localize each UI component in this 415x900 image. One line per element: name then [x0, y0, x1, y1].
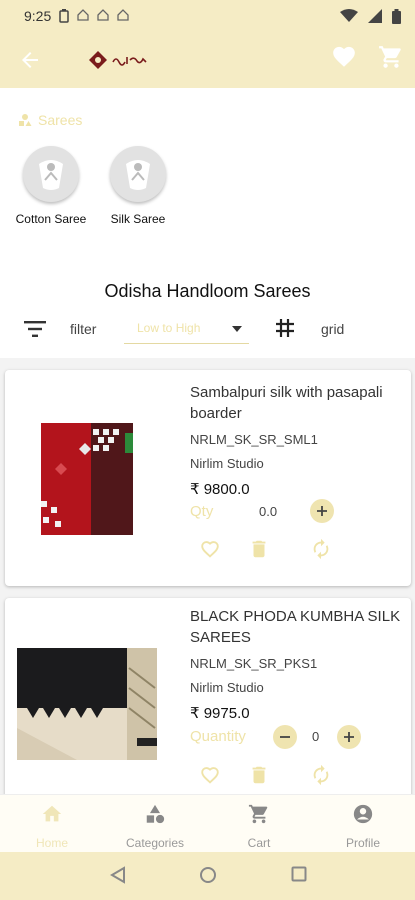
cart-icon[interactable] — [378, 44, 404, 70]
system-recents-icon[interactable] — [291, 866, 307, 882]
battery-saver-icon — [59, 9, 69, 23]
product-card[interactable]: Sambalpuri silk with pasapali boarder NR… — [5, 370, 411, 586]
decrement-button[interactable] — [273, 725, 297, 749]
nav-home[interactable]: Home — [7, 803, 97, 850]
category-image — [110, 146, 166, 202]
home-notification-icon — [97, 9, 109, 21]
category-label: Silk Saree — [110, 212, 166, 226]
product-image[interactable] — [41, 423, 133, 535]
notification-icons — [59, 9, 129, 23]
product-sku: NRLM_SK_SR_PKS1 — [190, 656, 318, 671]
product-sku: NRLM_SK_SR_SML1 — [190, 432, 318, 447]
home-icon — [42, 805, 62, 822]
refresh-icon[interactable] — [310, 764, 332, 786]
chevron-down-icon — [232, 326, 242, 332]
heart-outline-icon[interactable] — [199, 764, 221, 786]
nav-home-label: Home — [35, 836, 68, 850]
saree-placeholder-icon — [39, 160, 63, 190]
minus-icon — [280, 736, 290, 738]
status-bar: 9:25 — [0, 0, 415, 32]
system-home-icon[interactable] — [199, 866, 217, 884]
category-heading-label: Sarees — [38, 112, 83, 128]
category-image — [23, 146, 79, 202]
profile-icon — [353, 804, 373, 824]
plus-icon — [344, 732, 354, 742]
plus-icon — [317, 506, 327, 516]
category-label: Cotton Saree — [15, 212, 87, 226]
category-silk-saree[interactable]: Silk Saree — [98, 146, 178, 226]
status-time: 9:25 — [24, 8, 52, 24]
system-navigation-bar — [0, 852, 415, 900]
nav-cart-label: Cart — [247, 836, 271, 850]
refresh-icon[interactable] — [310, 538, 332, 560]
product-image[interactable] — [17, 648, 157, 760]
nav-profile[interactable]: Profile — [318, 803, 408, 850]
quantity-value: 0.0 — [259, 504, 278, 519]
grid-icon[interactable] — [276, 319, 294, 337]
wishlist-heart-icon[interactable] — [331, 44, 357, 70]
app-bar — [0, 32, 415, 88]
home-notification-icon — [77, 9, 89, 21]
brand-logo[interactable] — [88, 50, 148, 70]
product-list[interactable]: Sambalpuri silk with pasapali boarder NR… — [0, 358, 415, 794]
page-title: Odisha Handloom Sarees — [104, 281, 311, 301]
delete-icon[interactable] — [248, 764, 270, 786]
saree-placeholder-icon — [126, 160, 150, 190]
product-seller: Nirlim Studio — [190, 456, 264, 471]
logo-mark-icon — [89, 51, 107, 69]
system-back-icon[interactable] — [110, 866, 126, 884]
sort-value: Low to High — [137, 321, 201, 335]
signal-icon — [368, 9, 382, 23]
nav-cart[interactable]: Cart — [214, 803, 304, 850]
battery-icon — [392, 8, 401, 24]
category-heading: Sarees — [18, 112, 82, 128]
product-seller: Nirlim Studio — [190, 680, 264, 695]
bottom-navigation: Home Categories Cart Profile — [0, 794, 415, 852]
delete-icon[interactable] — [248, 538, 270, 560]
categories-icon — [146, 804, 165, 824]
filter-icon[interactable] — [24, 320, 46, 338]
quantity-label: Quantity — [190, 728, 246, 745]
sort-dropdown[interactable]: Low to High — [124, 314, 249, 344]
product-name[interactable]: Sambalpuri silk with pasapali boarder — [190, 382, 405, 424]
wifi-icon — [340, 9, 358, 22]
back-arrow-icon[interactable] — [18, 48, 42, 72]
quantity-value: 0 — [312, 729, 320, 744]
increment-button[interactable] — [337, 725, 361, 749]
increment-button[interactable] — [310, 499, 334, 523]
home-notification-icon — [117, 9, 129, 21]
category-icon — [19, 114, 32, 126]
product-card[interactable]: BLACK PHODA KUMBHA SILK SAREES NRLM_SK_S… — [5, 598, 411, 794]
logo-wordmark — [112, 57, 147, 66]
nav-categories-label: Categories — [125, 836, 185, 850]
filter-label[interactable]: filter — [70, 321, 96, 337]
toolbar: filter Low to High grid — [0, 314, 415, 344]
grid-label[interactable]: grid — [321, 321, 344, 337]
product-price: ₹ 9975.0 — [190, 705, 250, 722]
product-price: ₹ 9800.0 — [190, 481, 250, 498]
main-content[interactable]: Sarees Cotton Saree Silk Saree Odisha Ha… — [0, 88, 415, 794]
quantity-label: Qty — [190, 503, 214, 520]
cart-icon — [248, 804, 268, 824]
category-cotton-saree[interactable]: Cotton Saree — [11, 146, 91, 226]
heart-outline-icon[interactable] — [199, 538, 221, 560]
product-name[interactable]: BLACK PHODA KUMBHA SILK SAREES — [190, 606, 405, 648]
nav-categories[interactable]: Categories — [110, 803, 200, 850]
nav-profile-label: Profile — [345, 836, 380, 850]
